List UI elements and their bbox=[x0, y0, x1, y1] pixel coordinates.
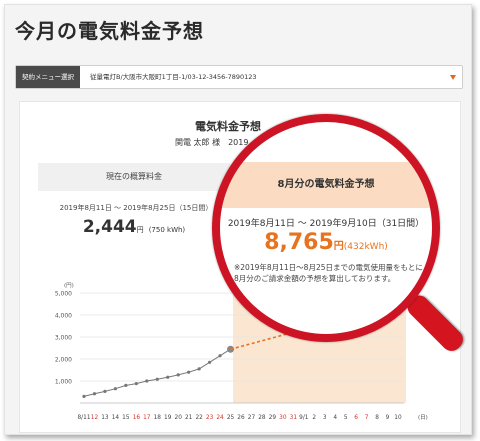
x-tick-label: 14 bbox=[112, 415, 120, 421]
data-point bbox=[218, 354, 222, 358]
x-tick-label: 3 bbox=[323, 415, 327, 421]
x-tick-label: 22 bbox=[195, 415, 203, 421]
x-tick-label: 29 bbox=[269, 415, 277, 421]
x-tick-label: 5 bbox=[344, 415, 348, 421]
x-tick-label: 2 bbox=[312, 415, 316, 421]
data-point bbox=[124, 383, 128, 387]
x-tick-label: 26 bbox=[237, 415, 245, 421]
y-tick-label: 1,000 bbox=[55, 379, 72, 386]
x-tick-label: 28 bbox=[258, 415, 266, 421]
data-point bbox=[166, 375, 170, 379]
y-unit-label: (円) bbox=[64, 282, 74, 289]
series-line-actual bbox=[83, 348, 231, 397]
x-tick-label: 30 bbox=[279, 415, 287, 421]
x-tick-label: 25 bbox=[227, 415, 235, 421]
x-tick-label: 17 bbox=[143, 415, 151, 421]
x-tick-label: 9 bbox=[386, 415, 390, 421]
x-tick-label: 7 bbox=[365, 415, 369, 421]
x-tick-label: 31 bbox=[290, 415, 298, 421]
data-point bbox=[155, 377, 159, 381]
x-tick-label: 24 bbox=[216, 415, 224, 421]
x-tick-label: 6 bbox=[354, 415, 358, 421]
x-tick-label: 21 bbox=[185, 415, 193, 421]
data-point bbox=[145, 379, 149, 383]
x-tick-label: 9/1 bbox=[299, 415, 309, 421]
x-tick-label: 8 bbox=[375, 415, 379, 421]
x-tick-label: 8/11 bbox=[77, 415, 90, 421]
data-point bbox=[197, 367, 201, 371]
data-point bbox=[134, 382, 138, 386]
x-unit-label: (日) bbox=[418, 414, 428, 421]
x-tick-label: 27 bbox=[248, 415, 256, 421]
y-tick-label: 3,000 bbox=[55, 335, 72, 342]
magnifier-ring bbox=[212, 114, 440, 342]
x-tick-label: 19 bbox=[164, 415, 172, 421]
data-point bbox=[82, 394, 86, 398]
data-point bbox=[176, 373, 180, 377]
x-tick-label: 15 bbox=[122, 415, 130, 421]
y-tick-label: 4,000 bbox=[55, 313, 72, 320]
data-point bbox=[187, 370, 191, 374]
x-tick-label: 10 bbox=[394, 415, 402, 421]
x-tick-label: 13 bbox=[101, 415, 109, 421]
x-tick-label: 18 bbox=[154, 415, 162, 421]
data-point bbox=[92, 392, 97, 396]
x-tick-label: 23 bbox=[206, 415, 214, 421]
x-tick-label: 4 bbox=[333, 415, 337, 421]
x-tick-label: 16 bbox=[133, 415, 141, 421]
x-tick-label: 12 bbox=[91, 415, 99, 421]
x-tick-label: 20 bbox=[175, 415, 183, 421]
y-tick-label: 2,000 bbox=[55, 357, 72, 364]
data-point bbox=[113, 387, 117, 391]
y-tick-label: 5,000 bbox=[55, 291, 72, 298]
data-point bbox=[208, 360, 212, 364]
data-point bbox=[103, 389, 107, 393]
